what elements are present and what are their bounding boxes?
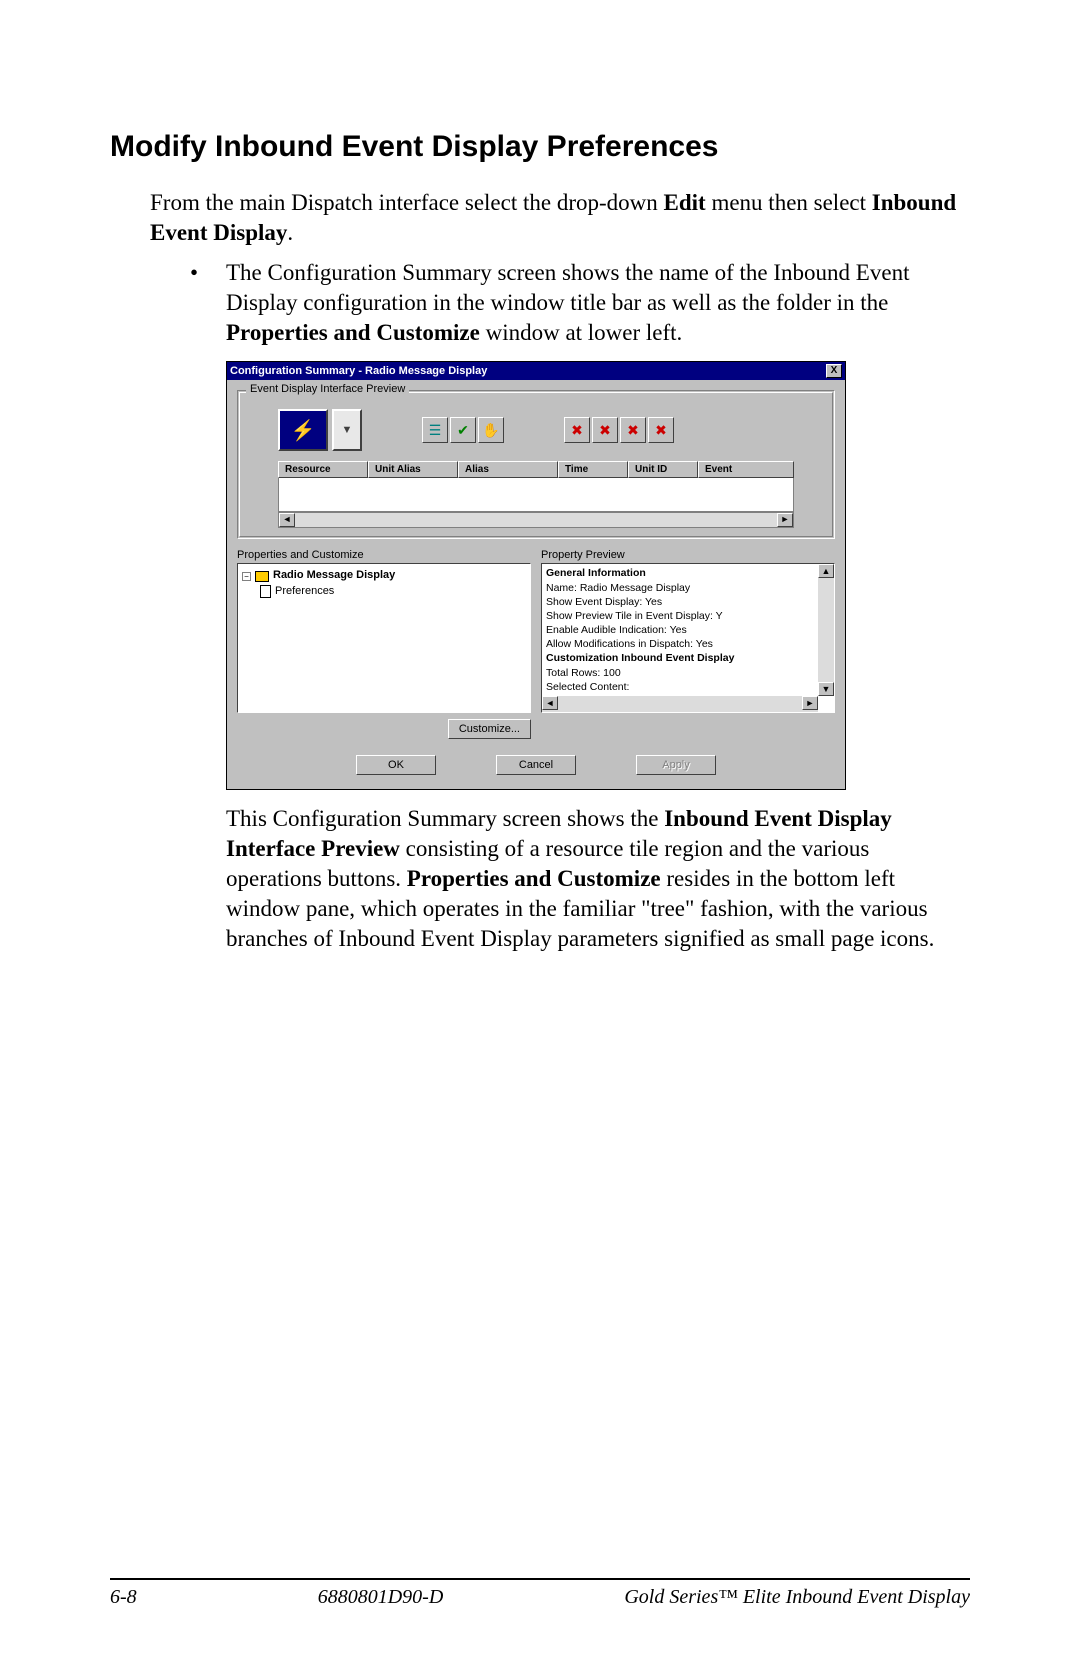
window-title: Configuration Summary - Radio Message Di… — [230, 365, 487, 377]
folder-icon — [255, 571, 269, 582]
arrow-tile[interactable]: ▼ — [332, 409, 362, 451]
tree-view[interactable]: − Radio Message Display Preferences — [237, 563, 531, 713]
prop-line-3: Show Preview Tile in Event Display: Y — [546, 609, 812, 623]
col-unit-alias[interactable]: Unit Alias — [368, 461, 458, 478]
bullet1-bold: Properties and Customize — [226, 320, 480, 345]
section-heading: Modify Inbound Event Display Preferences — [110, 130, 970, 164]
prop-line-7: Customization Inbound Event Display — [546, 651, 812, 665]
close-icon[interactable]: X — [826, 364, 842, 378]
bullet2-bold2: Properties and Customize — [407, 866, 661, 891]
scroll-right-icon-2[interactable]: ► — [802, 696, 818, 710]
preview-toolbar: ⚡ ▼ ☰ ✔ ✋ ✖ ✖ ✖ ✖ — [248, 403, 824, 457]
prop-h-scrollbar[interactable]: ◄ ► — [542, 696, 818, 712]
bullet2-pre: This Configuration Summary screen shows … — [226, 806, 664, 831]
dialog-button-row: OK Cancel Apply — [227, 745, 845, 789]
list-icon[interactable]: ☰ — [422, 417, 448, 443]
prop-line-0: General Information — [546, 566, 812, 580]
scroll-up-icon[interactable]: ▲ — [818, 564, 834, 578]
preview-groupbox: Event Display Interface Preview ⚡ ▼ ☰ ✔ … — [237, 390, 835, 539]
col-event[interactable]: Event — [698, 461, 794, 478]
doc-number: 6880801D90-D — [318, 1586, 444, 1609]
prop-line-4: Enable Audible Indication: Yes — [546, 623, 812, 637]
delete-icon[interactable]: ✖ — [564, 417, 590, 443]
intro-mid: menu then select — [706, 190, 872, 215]
scroll-left-icon-2[interactable]: ◄ — [542, 696, 558, 710]
page-number: 6-8 — [110, 1586, 137, 1609]
preview-h-scrollbar[interactable]: ◄ ► — [278, 512, 794, 528]
intro-pre: From the main Dispatch interface select … — [150, 190, 664, 215]
config-summary-window: Configuration Summary - Radio Message Di… — [226, 361, 846, 790]
prop-line-9: Selected Content: — [546, 680, 812, 694]
intro-paragraph: From the main Dispatch interface select … — [150, 188, 970, 248]
preview-table-header: Resource Unit Alias Alias Time Unit ID E… — [278, 461, 794, 478]
tree-child-label: Preferences — [275, 584, 334, 599]
product-name: Gold Series™ Elite Inbound Event Display — [624, 1586, 970, 1609]
ok-button[interactable]: OK — [356, 755, 436, 775]
property-preview-box[interactable]: General Information Name: Radio Message … — [541, 563, 835, 713]
preview-group-label: Event Display Interface Preview — [246, 383, 409, 395]
prop-line-5: Allow Modifications in Dispatch: Yes — [546, 637, 812, 651]
collapse-icon[interactable]: − — [242, 572, 251, 581]
bullet-2: This Configuration Summary screen shows … — [190, 804, 970, 953]
down-arrow-icon: ▼ — [342, 424, 353, 436]
tree-root-label: Radio Message Display — [273, 568, 395, 583]
prop-v-scrollbar[interactable]: ▲ ▼ — [818, 564, 834, 696]
scroll-right-icon[interactable]: ► — [777, 513, 793, 527]
col-resource[interactable]: Resource — [278, 461, 368, 478]
col-unit-id[interactable]: Unit ID — [628, 461, 698, 478]
delete-row-icon[interactable]: ✖ — [592, 417, 618, 443]
hand-icon[interactable]: ✋ — [478, 417, 504, 443]
page-footer: 6-8 6880801D90-D Gold Series™ Elite Inbo… — [110, 1578, 970, 1609]
prop-line-2: Show Event Display: Yes — [546, 595, 812, 609]
properties-panel: Properties and Customize − Radio Message… — [237, 549, 531, 739]
apply-button[interactable]: Apply — [636, 755, 716, 775]
property-preview-label: Property Preview — [541, 549, 835, 561]
dialog-screenshot: Configuration Summary - Radio Message Di… — [226, 361, 970, 790]
prop-line-8: Total Rows: 100 — [546, 666, 812, 680]
properties-label: Properties and Customize — [237, 549, 531, 561]
preview-table-body — [278, 478, 794, 512]
titlebar: Configuration Summary - Radio Message Di… — [227, 362, 845, 380]
intro-edit: Edit — [664, 190, 706, 215]
delete-all-icon[interactable]: ✖ — [648, 417, 674, 443]
col-time[interactable]: Time — [558, 461, 628, 478]
customize-button[interactable]: Customize... — [448, 719, 531, 739]
tree-child-item[interactable]: Preferences — [260, 584, 526, 599]
bullet1-post: window at lower left. — [480, 320, 682, 345]
prop-line-1: Name: Radio Message Display — [546, 581, 812, 595]
scroll-down-icon[interactable]: ▼ — [818, 682, 834, 696]
check-icon[interactable]: ✔ — [450, 417, 476, 443]
tree-root-item[interactable]: − Radio Message Display — [242, 568, 526, 583]
bullet1-pre: The Configuration Summary screen shows t… — [226, 260, 909, 315]
delete-multi-icon[interactable]: ✖ — [620, 417, 646, 443]
page-icon — [260, 585, 271, 598]
property-preview-panel: Property Preview General Information Nam… — [541, 549, 835, 739]
resource-tile[interactable]: ⚡ — [278, 409, 328, 451]
cancel-button[interactable]: Cancel — [496, 755, 576, 775]
scroll-left-icon[interactable]: ◄ — [279, 513, 295, 527]
bullet-1: The Configuration Summary screen shows t… — [190, 258, 970, 348]
col-alias[interactable]: Alias — [458, 461, 558, 478]
intro-post: . — [287, 220, 293, 245]
